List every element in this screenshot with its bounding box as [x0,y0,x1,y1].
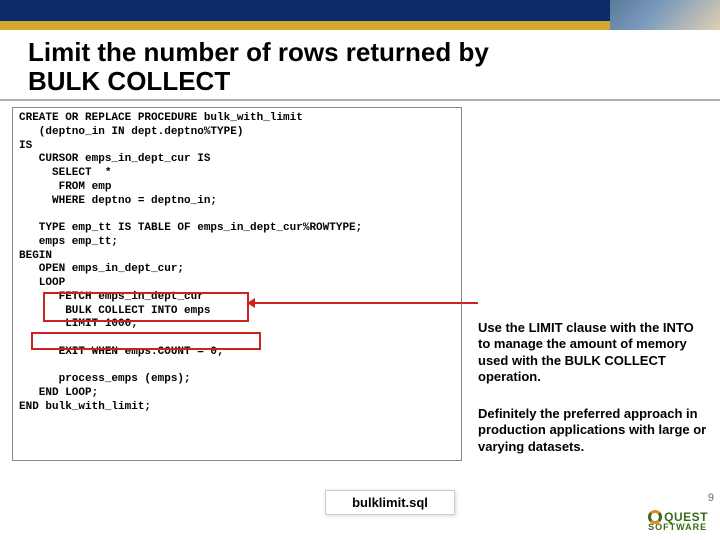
quest-logo: QUEST SOFTWARE [648,510,708,532]
arrow-to-note [253,302,478,304]
header-bar [0,0,720,30]
file-label: bulklimit.sql [325,490,455,515]
code-block: CREATE OR REPLACE PROCEDURE bulk_with_li… [12,107,462,461]
note-limit-clause: Use the LIMIT clause with the INTO to ma… [478,320,708,385]
title-line-1: Limit the number of rows returned by [28,37,489,67]
code-text: CREATE OR REPLACE PROCEDURE bulk_with_li… [19,112,362,413]
note-preferred-approach: Definitely the preferred approach in pro… [478,406,708,455]
title-line-2: BULK COLLECT [28,66,230,96]
header-photo [610,0,720,30]
logo-subtext: SOFTWARE [648,522,708,532]
page-number: 9 [708,492,714,504]
slide-title: Limit the number of rows returned by BUL… [0,30,720,101]
